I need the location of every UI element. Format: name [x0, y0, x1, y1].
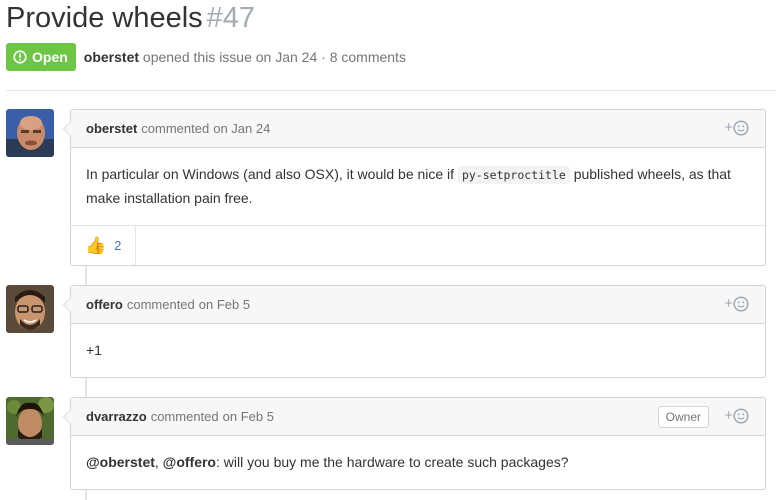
issue-title: Provide wheels: [6, 2, 203, 34]
comment-header: offero commented on Feb 5 +: [71, 286, 765, 324]
comment-card: offero commented on Feb 5 + +1: [63, 285, 766, 378]
comment-text: +1: [86, 342, 102, 358]
issue-title-row: Provide wheels #47: [6, 0, 255, 36]
comment-body: +1: [71, 324, 765, 377]
reaction-thumbs-up[interactable]: 👍 2: [71, 226, 137, 265]
timeline-connector: [85, 490, 87, 500]
comment-card: dvarrazzo commented on Feb 5 Owner + @ob…: [63, 397, 766, 490]
issue-opened-text: opened this issue on Jan 24 · 8 comments: [142, 49, 406, 65]
plus-icon: +: [724, 119, 733, 136]
comment-author[interactable]: offero: [86, 297, 123, 312]
comment-author[interactable]: oberstet: [86, 121, 137, 136]
smiley-icon: [733, 296, 749, 312]
comment-body: @oberstet, @offero: will you buy me the …: [71, 436, 765, 489]
avatar-dvarrazzo[interactable]: [6, 397, 54, 445]
reactions-bar: 👍 2: [71, 225, 765, 265]
comment-author[interactable]: dvarrazzo: [86, 409, 147, 424]
inline-code: py-setproctitle: [457, 166, 570, 184]
comment-date[interactable]: on Feb 5: [199, 297, 250, 312]
comment-date[interactable]: on Feb 5: [223, 409, 274, 424]
issue-meta-text: oberstet opened this issue on Jan 24 · 8…: [84, 49, 406, 65]
comment-body: In particular on Windows (and also OSX),…: [71, 148, 765, 225]
comment-action: commented: [126, 297, 195, 312]
state-badge: Open: [6, 43, 76, 71]
timeline-connector: [85, 266, 87, 286]
issue-meta: Open oberstet opened this issue on Jan 2…: [6, 43, 406, 71]
comment-header: oberstet commented on Jan 24 +: [71, 110, 765, 148]
add-reaction-button[interactable]: +: [724, 296, 749, 312]
header-divider: [6, 90, 776, 91]
issue-opened-icon: [13, 50, 27, 64]
state-label: Open: [32, 49, 68, 65]
plus-icon: +: [724, 295, 733, 312]
comment-text: In particular on Windows (and also OSX),…: [86, 166, 458, 182]
comment-action: commented: [141, 121, 210, 136]
issue-number: #47: [206, 2, 256, 34]
owner-badge: Owner: [657, 406, 709, 428]
thumbs-up-icon: 👍: [85, 236, 107, 255]
issue-author-link[interactable]: oberstet: [84, 49, 139, 65]
comment-text: ,: [154, 454, 163, 470]
mention-link[interactable]: @oberstet: [86, 454, 155, 470]
smiley-icon: [733, 408, 749, 424]
comment-action: commented: [150, 409, 219, 424]
add-reaction-button[interactable]: +: [724, 120, 749, 136]
avatar-oberstet[interactable]: [6, 109, 54, 157]
comment-header: dvarrazzo commented on Feb 5 Owner +: [71, 398, 765, 436]
smiley-icon: [733, 120, 749, 136]
add-reaction-button[interactable]: +: [724, 408, 749, 424]
reaction-count: 2: [114, 238, 122, 253]
avatar-offero[interactable]: [6, 285, 54, 333]
comment-date[interactable]: on Jan 24: [213, 121, 270, 136]
comment-card: oberstet commented on Jan 24 + In partic…: [63, 109, 766, 266]
comment-text: : will you buy me the hardware to create…: [216, 454, 569, 470]
timeline-connector: [85, 378, 87, 398]
mention-link[interactable]: @offero: [163, 454, 216, 470]
plus-icon: +: [724, 407, 733, 424]
